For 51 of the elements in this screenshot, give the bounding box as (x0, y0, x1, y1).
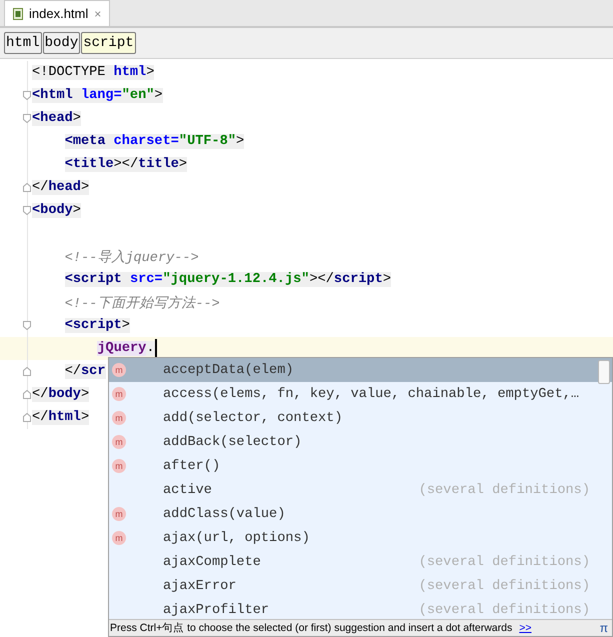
code-line: <script src="jquery-1.12.4.js"></script> (64, 272, 392, 287)
completion-item[interactable]: m acceptData(elem) (109, 358, 612, 382)
code-line: </body> (32, 387, 90, 402)
fold-icon[interactable] (23, 390, 31, 399)
method-icon: m (112, 459, 126, 473)
code-line: <!--导入jquery--> (64, 248, 199, 266)
code-line: <!DOCTYPE html> (32, 65, 154, 80)
method-icon: m (112, 507, 126, 521)
code-line: <body> (32, 203, 81, 218)
fold-icon[interactable] (23, 114, 31, 123)
method-icon: m (112, 363, 126, 377)
code-line: <head> (32, 111, 81, 126)
completion-item[interactable]: m ajax(url, options) (109, 526, 612, 550)
completion-item[interactable]: m addBack(selector) (109, 430, 612, 454)
method-icon: m (112, 435, 126, 449)
fold-icon[interactable] (23, 91, 31, 100)
more-link[interactable]: >> (519, 622, 532, 634)
pi-icon[interactable]: π (600, 621, 608, 635)
fold-icon[interactable] (23, 183, 31, 192)
completion-item[interactable]: ajaxComplete (several definitions) (109, 550, 612, 574)
code-line: </head> (32, 180, 90, 195)
breadcrumb[interactable]: script (81, 32, 136, 54)
fold-icon[interactable] (23, 206, 31, 215)
code-line: </scr (64, 364, 106, 379)
code-line: <!--下面开始写方法--> (64, 294, 220, 312)
completion-item[interactable]: ajaxError (several definitions) (109, 574, 612, 598)
scrollbar-thumb[interactable] (598, 360, 610, 384)
method-icon: m (112, 387, 126, 401)
completion-item[interactable]: ajaxProfilter (several definitions) (109, 598, 612, 619)
code-line: <html lang="en"> (32, 88, 163, 103)
file-tab[interactable]: index.html × (4, 0, 110, 26)
completion-item[interactable]: m access(elems, fn, key, value, chainable, emptyGet,… (109, 382, 612, 406)
breadcrumb[interactable]: body (42, 32, 80, 54)
completion-item[interactable]: m add(selector, context) (109, 406, 612, 430)
method-icon: m (112, 531, 126, 545)
fold-icon[interactable] (23, 321, 31, 330)
file-icon (13, 8, 23, 20)
completion-item[interactable]: m addClass(value) (109, 502, 612, 526)
fold-icon[interactable] (23, 413, 31, 422)
code-line: <meta charset="UTF-8"> (64, 134, 244, 149)
breadcrumb[interactable]: html (4, 32, 42, 54)
code-line: <script> (64, 318, 130, 333)
close-icon[interactable]: × (94, 6, 102, 20)
code-line: <title></title> (64, 157, 188, 172)
code-line: </html> (32, 410, 90, 425)
fold-icon[interactable] (23, 367, 31, 376)
hint-text: Press Ctrl+句点 to choose the selected (or first) suggestion and insert a dot afterwards (110, 621, 512, 635)
code-line: jQuery. (97, 341, 155, 356)
method-icon: m (112, 411, 126, 425)
completion-item[interactable]: active (several definitions) (109, 478, 612, 502)
completion-item[interactable]: m after() (109, 454, 612, 478)
